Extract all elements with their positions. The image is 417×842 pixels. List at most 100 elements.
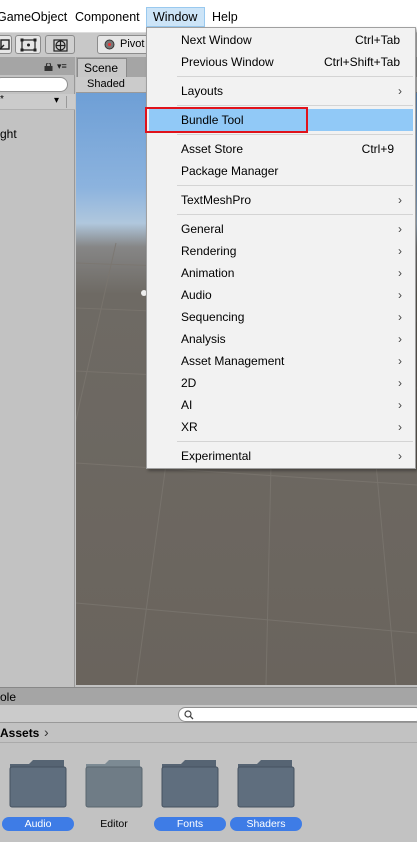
menu-item-previous-window[interactable]: Previous Window Ctrl+Shift+Tab xyxy=(149,51,413,73)
menu-help[interactable]: Help xyxy=(212,9,238,25)
tab-menu-icon[interactable]: ▾≡ xyxy=(57,61,67,71)
submenu-arrow-icon: › xyxy=(398,222,402,236)
menu-item-2d[interactable]: 2D › xyxy=(149,372,413,394)
hierarchy-tab-bar: ▾≡ xyxy=(0,57,75,75)
menu-item-label: Animation xyxy=(181,266,235,280)
submenu-arrow-icon: › xyxy=(398,376,402,390)
submenu-arrow-icon: › xyxy=(398,84,402,98)
menu-item-audio[interactable]: Audio › xyxy=(149,284,413,306)
pivot-label: Pivot xyxy=(120,38,145,50)
menu-item-textmeshpro[interactable]: TextMeshPro › xyxy=(149,189,413,211)
chevron-right-icon: › xyxy=(44,724,49,740)
menu-item-label: Audio xyxy=(181,288,212,302)
menu-item-label: Sequencing xyxy=(181,310,245,324)
menu-item-label: TextMeshPro xyxy=(181,193,252,207)
menu-item-label: AI xyxy=(181,398,193,412)
menu-item-layouts[interactable]: Layouts › xyxy=(149,80,413,102)
console-tab-bar: ole xyxy=(0,687,417,705)
rect-tool-button[interactable] xyxy=(15,35,41,54)
hierarchy-row-marker: * xyxy=(0,94,4,105)
menu-separator xyxy=(177,441,413,442)
submenu-arrow-icon: › xyxy=(398,244,402,258)
menu-item-next-window[interactable]: Next Window Ctrl+Tab xyxy=(149,29,413,51)
search-icon xyxy=(184,710,194,720)
folder-label: Audio xyxy=(2,817,74,831)
menu-item-label: Previous Window xyxy=(181,55,274,69)
breadcrumb-assets[interactable]: Assets xyxy=(0,726,39,740)
transform-tool-icon xyxy=(53,39,68,52)
folder-editor[interactable]: Editor xyxy=(78,758,150,836)
submenu-arrow-icon: › xyxy=(398,266,402,280)
menu-item-general[interactable]: General › xyxy=(149,218,413,240)
menu-item-asset-store[interactable]: Asset Store Ctrl+9 xyxy=(149,138,413,160)
folder-label: Fonts xyxy=(154,817,226,831)
menu-item-rendering[interactable]: Rendering › xyxy=(149,240,413,262)
menu-item-experimental[interactable]: Experimental › xyxy=(149,445,413,467)
menu-item-label: XR xyxy=(181,420,198,434)
window-dropdown-menu: Next Window Ctrl+Tab Previous Window Ctr… xyxy=(146,27,416,469)
menu-item-label: Asset Store xyxy=(181,142,244,156)
hierarchy-panel: ▾≡ * ▾ ght xyxy=(0,57,75,687)
menu-item-label: General xyxy=(181,222,224,236)
menu-item-xr[interactable]: XR › xyxy=(149,416,413,438)
folder-label: Editor xyxy=(100,818,128,830)
menu-item-label: Asset Management xyxy=(181,354,285,368)
scale-tool-button[interactable] xyxy=(0,35,12,54)
hierarchy-item-light[interactable]: ght xyxy=(0,127,17,141)
menu-item-label: Analysis xyxy=(181,332,226,346)
dropdown-arrow-icon[interactable]: ▾ xyxy=(54,95,59,106)
submenu-arrow-icon: › xyxy=(398,354,402,368)
folder-icon xyxy=(237,760,295,808)
menu-item-label: Next Window xyxy=(181,33,252,47)
menu-separator xyxy=(177,185,413,186)
submenu-arrow-icon: › xyxy=(398,310,402,324)
folder-audio[interactable]: Audio xyxy=(2,758,74,836)
submenu-arrow-icon: › xyxy=(398,449,402,463)
menu-item-sequencing[interactable]: Sequencing › xyxy=(149,306,413,328)
highlight-annotation-box xyxy=(145,107,308,133)
shortcut-label: Ctrl+Shift+Tab xyxy=(323,55,400,69)
folder-icon xyxy=(161,760,219,808)
menu-item-label: Rendering xyxy=(181,244,237,258)
menu-component[interactable]: Component xyxy=(75,9,140,25)
folder-icon xyxy=(85,760,143,808)
hierarchy-create-row: * ▾ xyxy=(0,94,75,110)
menu-item-analysis[interactable]: Analysis › xyxy=(149,328,413,350)
submenu-arrow-icon: › xyxy=(398,193,402,207)
menu-item-ai[interactable]: AI › xyxy=(149,394,413,416)
menu-item-label: Layouts xyxy=(181,84,224,98)
rect-tool-icon xyxy=(20,38,37,52)
menu-item-label: 2D xyxy=(181,376,197,390)
tab-console[interactable]: ole xyxy=(0,690,16,704)
project-toolbar xyxy=(0,705,417,723)
asset-grid: Audio Editor Fonts Shaders xyxy=(0,743,417,842)
lock-icon[interactable] xyxy=(44,63,53,71)
menu-separator xyxy=(177,105,413,106)
folder-fonts[interactable]: Fonts xyxy=(154,758,226,836)
menu-item-package-manager[interactable]: Package Manager xyxy=(149,160,413,182)
menu-separator xyxy=(177,214,413,215)
menu-item-animation[interactable]: Animation › xyxy=(149,262,413,284)
submenu-arrow-icon: › xyxy=(398,288,402,302)
project-search-input[interactable] xyxy=(178,707,417,722)
menu-item-asset-management[interactable]: Asset Management › xyxy=(149,350,413,372)
folder-label: Shaders xyxy=(230,817,302,831)
shortcut-label: Ctrl+Tab xyxy=(354,33,400,47)
menu-gameobject[interactable]: GameObject xyxy=(0,9,67,25)
shading-mode-dropdown[interactable]: Shaded xyxy=(87,78,125,90)
pivot-icon xyxy=(104,39,115,50)
submenu-arrow-icon: › xyxy=(398,332,402,346)
hierarchy-search-input[interactable] xyxy=(0,77,68,92)
submenu-arrow-icon: › xyxy=(398,420,402,434)
tab-scene[interactable]: Scene xyxy=(77,58,127,77)
transform-tool-button[interactable] xyxy=(45,35,75,54)
pivot-toggle-button[interactable]: Pivot xyxy=(97,35,149,54)
folder-icon xyxy=(9,760,67,808)
breadcrumb: Assets › xyxy=(0,723,417,743)
menu-separator xyxy=(177,134,413,135)
folder-shaders[interactable]: Shaders xyxy=(230,758,302,836)
menu-item-label: Package Manager xyxy=(181,164,279,178)
menu-item-label: Experimental xyxy=(181,449,252,463)
divider xyxy=(66,96,67,108)
menu-window[interactable]: Window xyxy=(146,7,205,27)
